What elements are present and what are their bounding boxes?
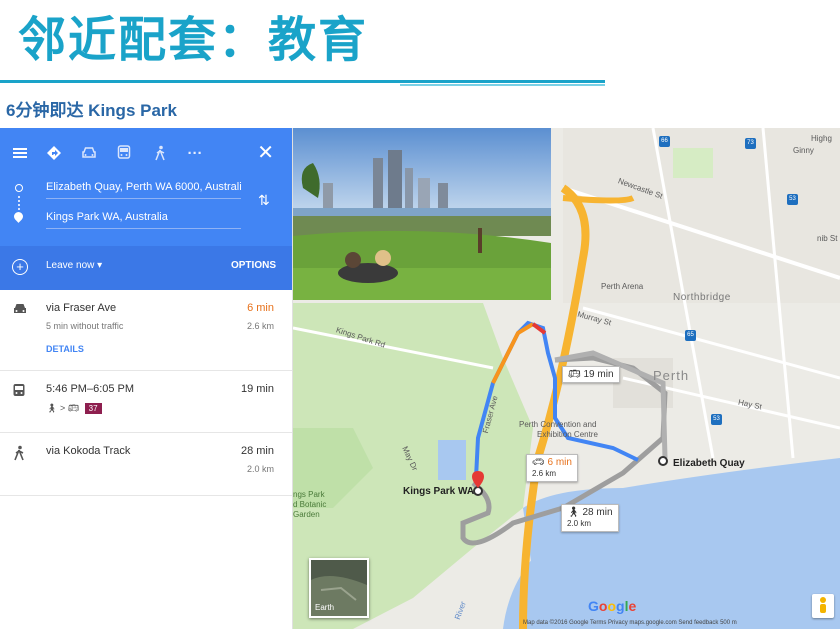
route-title: 5:46 PM–6:05 PM: [46, 383, 135, 395]
walk-icon: 🚶︎: [46, 403, 58, 413]
area-label-northbridge: Northbridge: [673, 292, 731, 303]
car-icon: [12, 302, 28, 320]
bus-icon: 🚌︎: [67, 403, 80, 413]
origin-input[interactable]: Elizabeth Quay, Perth WA 6000, Australi: [46, 176, 241, 199]
car-icon: 🚗︎: [532, 457, 545, 468]
route-time: 28 min: [240, 445, 274, 457]
street-label-ginny: Ginny: [793, 146, 814, 155]
place-label-convention-2: Exhibition Centre: [537, 430, 598, 439]
area-label-highgate: Highg: [811, 134, 832, 143]
close-icon[interactable]: ✕: [257, 140, 274, 165]
route-option-drive[interactable]: via Fraser Ave 6 min 5 min without traff…: [0, 290, 292, 371]
walk-icon: [12, 445, 26, 465]
leave-now-dropdown[interactable]: Leave now ▾: [46, 260, 102, 271]
pegman-icon[interactable]: [812, 594, 834, 618]
route-title: via Fraser Ave: [46, 302, 117, 314]
walk-callout[interactable]: 🚶︎ 28 min 2.0 km: [561, 504, 619, 532]
bus-number-badge: 37: [84, 403, 102, 414]
route-option-transit[interactable]: 5:46 PM–6:05 PM 19 min 🚶︎ > 🚌︎ 37: [0, 371, 292, 433]
route-subtitle: 5 min without traffic: [46, 321, 124, 331]
route-distance: 2.0 km: [246, 464, 274, 474]
route-dots: [18, 196, 22, 210]
options-button[interactable]: OPTIONS: [231, 260, 276, 271]
place-label-perth-arena: Perth Arena: [601, 282, 644, 291]
route-time: 6 min: [247, 302, 274, 314]
area-label-perth: Perth: [653, 368, 690, 383]
route-distance: 2.6 km: [246, 321, 274, 331]
directions-panel: ··· ✕ Elizabeth Quay, Perth WA 6000, Aus…: [0, 128, 293, 629]
details-link[interactable]: DETAILS: [46, 344, 84, 354]
place-label-kings-park: Kings Park WA: [403, 486, 475, 497]
place-label-elizabeth-quay: Elizabeth Quay: [673, 458, 745, 469]
route-option-walk[interactable]: via Kokoda Track 28 min 2.0 km: [0, 433, 292, 496]
travel-mode-bar: ···: [0, 138, 292, 168]
transit-icon: [12, 383, 26, 403]
destination-input[interactable]: Kings Park WA, Australia: [46, 206, 241, 229]
route-time: 19 min: [240, 383, 274, 395]
earth-view-toggle[interactable]: Earth: [309, 558, 369, 618]
kings-park-photo: [293, 128, 551, 300]
menu-icon[interactable]: [8, 142, 32, 164]
transit-icon[interactable]: [112, 142, 136, 164]
more-icon[interactable]: ···: [183, 142, 207, 164]
walk-icon[interactable]: [148, 142, 172, 164]
map-canvas[interactable]: Newcastle St Perth Arena Northbridge Mur…: [293, 128, 840, 629]
walk-icon: 🚶︎: [567, 507, 580, 518]
place-label-botanic-1: ngs Park: [293, 490, 325, 499]
slide-subtitle: 6分钟即达 Kings Park: [6, 101, 177, 120]
destination-pin-icon: [12, 210, 25, 223]
route-shield: 65: [685, 330, 696, 341]
route-shield: 53: [711, 414, 722, 425]
map-footer[interactable]: Map data ©2016 Google Terms Privacy maps…: [523, 620, 737, 626]
directions-icon[interactable]: [42, 142, 66, 164]
leave-now-bar: + Leave now ▾ OPTIONS: [0, 246, 292, 290]
place-label-botanic-3: Garden: [293, 510, 320, 519]
route-shield: 53: [787, 194, 798, 205]
directions-header: ··· ✕ Elizabeth Quay, Perth WA 6000, Aus…: [0, 128, 292, 290]
title-underline-accent: [400, 84, 605, 86]
place-label-convention: Perth Convention and: [519, 420, 597, 429]
slide-title: 邻近配套：教育: [18, 12, 369, 68]
car-icon[interactable]: [77, 142, 101, 164]
transit-steps: 🚶︎ > 🚌︎ 37: [46, 403, 102, 414]
title-underline: [0, 80, 605, 83]
swap-icon[interactable]: ⇅: [258, 192, 270, 209]
route-title: via Kokoda Track: [46, 445, 131, 457]
transit-icon: 🚌︎: [568, 369, 581, 380]
add-destination-icon[interactable]: +: [12, 259, 28, 275]
drive-callout[interactable]: 🚗︎ 6 min 2.6 km: [526, 454, 578, 482]
google-logo: Google: [588, 598, 637, 614]
route-shield: 73: [745, 138, 756, 149]
route-shield: 66: [659, 136, 670, 147]
place-label-botanic-2: d Botanic: [293, 500, 327, 509]
street-label-lord: nib St: [817, 234, 838, 243]
transit-callout[interactable]: 🚌︎ 19 min: [562, 366, 620, 383]
origin-marker-icon: [15, 184, 23, 192]
